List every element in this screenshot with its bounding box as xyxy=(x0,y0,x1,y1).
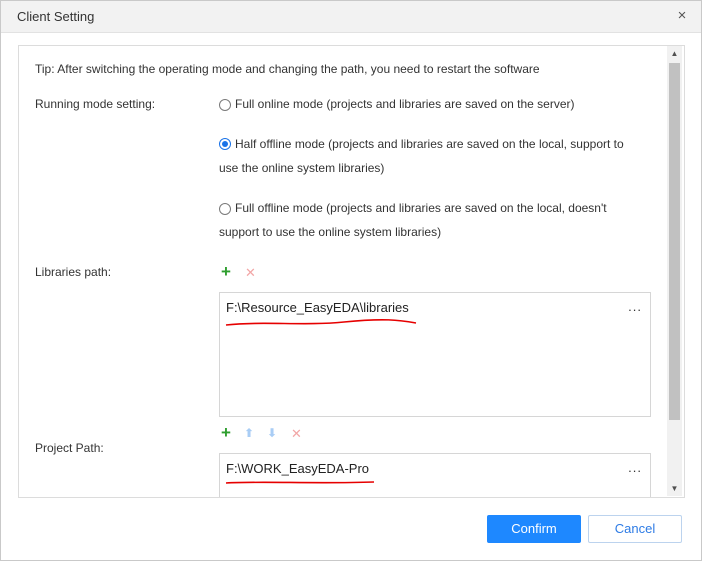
scroll-down-arrow-icon[interactable]: ▼ xyxy=(667,481,682,496)
libraries-more-icon[interactable]: ... xyxy=(628,299,642,314)
radio-button-selected[interactable] xyxy=(219,138,231,150)
project-path-value[interactable]: F:\WORK_EasyEDA-Pro xyxy=(226,461,369,476)
annotation-underline xyxy=(225,481,375,484)
title-bar: Client Setting × xyxy=(1,1,701,33)
annotation-underline xyxy=(225,318,417,326)
radio-label-half-offline-line1[interactable]: Half offline mode (projects and librarie… xyxy=(235,132,624,156)
add-project-path-icon[interactable]: + xyxy=(221,423,231,443)
remove-project-path-icon[interactable]: ✕ xyxy=(291,426,302,442)
client-setting-dialog: Client Setting × Tip: After switching th… xyxy=(0,0,702,561)
vertical-scrollbar[interactable]: ▲ ▼ xyxy=(667,46,682,496)
radio-button[interactable] xyxy=(219,99,231,111)
move-up-icon[interactable]: ⬆ xyxy=(244,426,254,440)
radio-label-full-offline-line1[interactable]: Full offline mode (projects and librarie… xyxy=(235,196,607,220)
confirm-button[interactable]: Confirm xyxy=(487,515,581,543)
project-more-icon[interactable]: ... xyxy=(628,460,642,475)
remove-library-path-icon[interactable]: ✕ xyxy=(245,265,256,281)
settings-panel: Tip: After switching the operating mode … xyxy=(18,45,685,498)
move-down-icon[interactable]: ⬇ xyxy=(267,426,277,440)
project-path-label: Project Path: xyxy=(35,441,104,455)
libraries-path-label: Libraries path: xyxy=(35,265,112,279)
add-library-path-icon[interactable]: + xyxy=(221,262,231,282)
scroll-thumb[interactable] xyxy=(669,63,680,420)
radio-button[interactable] xyxy=(219,203,231,215)
radio-label-half-offline-line2[interactable]: use the online system libraries) xyxy=(219,156,384,180)
tip-text: Tip: After switching the operating mode … xyxy=(35,62,540,76)
radio-label-full-offline-line2[interactable]: support to use the online system librari… xyxy=(219,220,441,244)
cancel-button[interactable]: Cancel xyxy=(588,515,682,543)
project-path-list[interactable]: F:\WORK_EasyEDA-Pro ... xyxy=(219,453,651,497)
scroll-up-arrow-icon[interactable]: ▲ xyxy=(667,46,682,61)
dialog-title: Client Setting xyxy=(17,9,95,24)
close-icon[interactable]: × xyxy=(673,7,691,25)
libraries-path-list[interactable]: F:\Resource_EasyEDA\libraries ... xyxy=(219,292,651,417)
radio-label-full-online[interactable]: Full online mode (projects and libraries… xyxy=(235,92,575,116)
running-mode-label: Running mode setting: xyxy=(35,97,156,111)
libraries-path-value[interactable]: F:\Resource_EasyEDA\libraries xyxy=(226,300,409,315)
